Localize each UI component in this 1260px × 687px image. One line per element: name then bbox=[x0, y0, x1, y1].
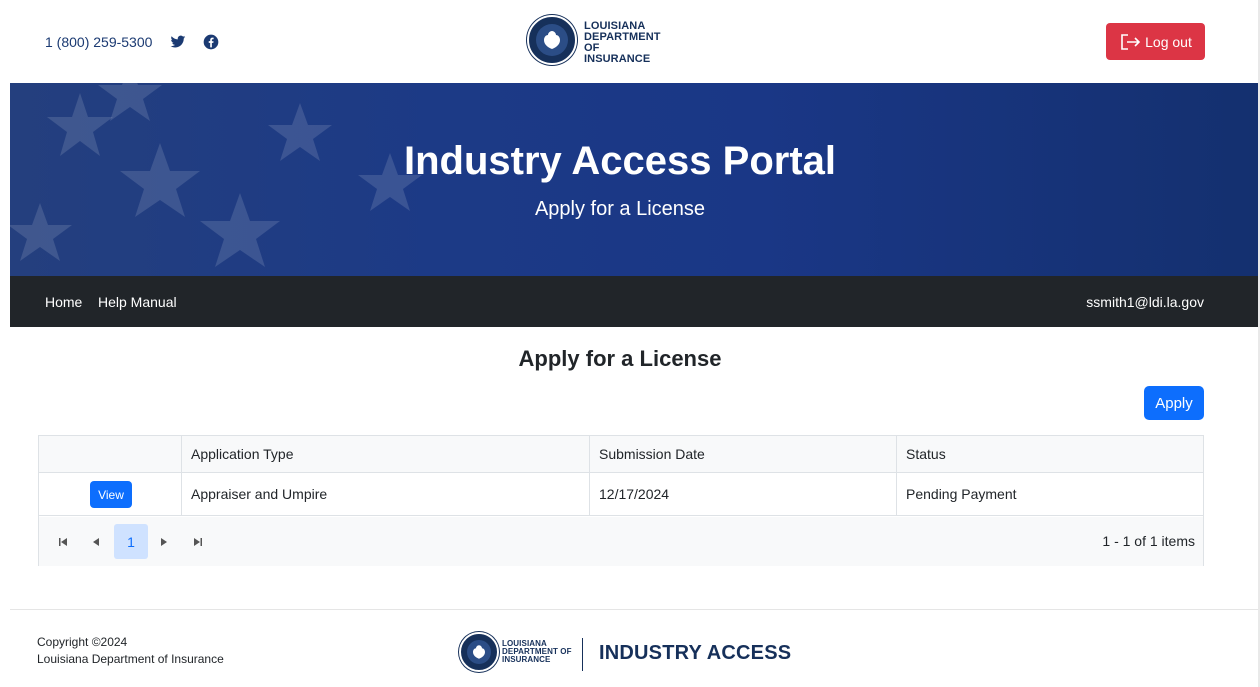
nav-help-manual-link[interactable]: Help Manual bbox=[98, 294, 177, 310]
view-button[interactable]: View bbox=[90, 481, 132, 508]
column-header-status[interactable]: Status bbox=[897, 436, 1203, 472]
nav-home-link[interactable]: Home bbox=[45, 294, 82, 310]
logout-icon bbox=[1121, 33, 1141, 50]
logo-line-3: INSURANCE bbox=[584, 53, 651, 65]
top-bar: 1 (800) 259-5300 LOUISIANA DEPARTMENT OF… bbox=[10, 6, 1258, 83]
footer-logo-divider bbox=[582, 638, 583, 671]
column-header-application-type[interactable]: Application Type bbox=[182, 436, 590, 472]
page: 1 (800) 259-5300 LOUISIANA DEPARTMENT OF… bbox=[10, 6, 1258, 687]
last-page-icon[interactable] bbox=[181, 524, 215, 559]
footer-logo-line-3: INSURANCE bbox=[502, 655, 551, 664]
twitter-icon[interactable] bbox=[170, 34, 186, 50]
cell-submission-date: 12/17/2024 bbox=[599, 486, 670, 502]
table-header: Application Type Submission Date Status bbox=[39, 436, 1203, 473]
pager-info: 1 - 1 of 1 items bbox=[1102, 533, 1195, 549]
first-page-icon[interactable] bbox=[46, 524, 80, 559]
page-number-button[interactable]: 1 bbox=[114, 524, 148, 559]
phone-number[interactable]: 1 (800) 259-5300 bbox=[45, 34, 152, 50]
facebook-icon[interactable] bbox=[203, 34, 219, 50]
cell-application-type: Appraiser and Umpire bbox=[191, 486, 328, 502]
page-title: Apply for a License bbox=[518, 346, 722, 371]
hero-title: Industry Access Portal bbox=[403, 139, 836, 183]
hero-subtitle: Apply for a License bbox=[534, 198, 706, 220]
pager: 1 1 - 1 of 1 items bbox=[39, 517, 1203, 566]
user-email[interactable]: ssmith1@ldi.la.gov bbox=[1086, 294, 1204, 310]
hero-banner: Industry Access Portal Apply for a Licen… bbox=[10, 83, 1258, 276]
cell-status: Pending Payment bbox=[906, 486, 1017, 502]
footer-brand: INDUSTRY ACCESS bbox=[599, 642, 792, 664]
logout-label: Log out bbox=[1145, 33, 1192, 50]
column-header-submission-date[interactable]: Submission Date bbox=[590, 436, 897, 472]
footer-ldi-logo: LOUISIANA DEPARTMENT OF INSURANCE bbox=[459, 632, 574, 674]
copyright-text: Copyright ©2024 bbox=[37, 635, 128, 649]
next-page-icon[interactable] bbox=[147, 524, 181, 559]
footer-divider bbox=[10, 609, 1258, 610]
footer-copyright: Copyright ©2024 Louisiana Department of … bbox=[37, 634, 224, 668]
previous-page-icon[interactable] bbox=[79, 524, 113, 559]
logout-button[interactable]: Log out bbox=[1106, 23, 1205, 60]
org-name: Louisiana Department of Insurance bbox=[37, 652, 224, 666]
apply-button[interactable]: Apply bbox=[1144, 386, 1204, 420]
logo-line-2: DEPARTMENT OF bbox=[584, 31, 661, 54]
applications-table: Application Type Submission Date Status … bbox=[38, 435, 1204, 566]
state-seal-icon bbox=[527, 15, 577, 65]
table-row: View Appraiser and Umpire 12/17/2024 Pen… bbox=[39, 473, 1203, 516]
main-navbar: Home Help Manual ssmith1@ldi.la.gov bbox=[10, 276, 1258, 327]
footer-seal-icon bbox=[459, 632, 499, 672]
column-header-actions bbox=[39, 436, 182, 472]
